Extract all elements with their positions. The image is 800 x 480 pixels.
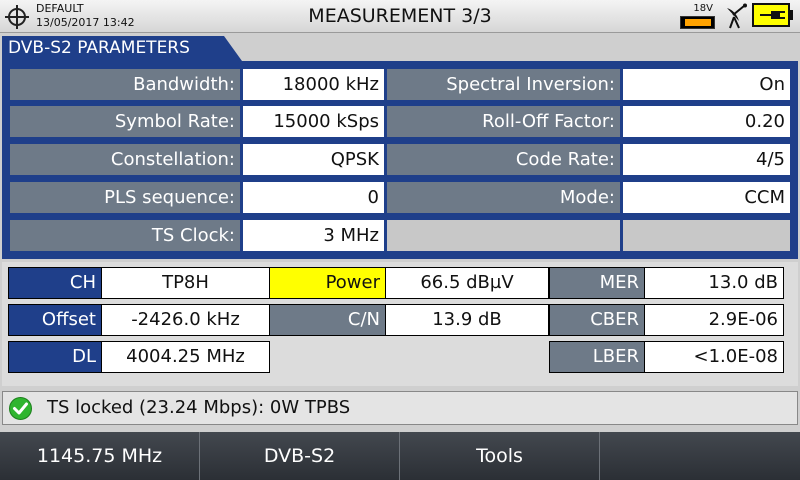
ch-label: CH: [8, 267, 102, 299]
mode-value: CCM: [623, 182, 790, 213]
cn-label[interactable]: C/N: [269, 304, 386, 336]
bandwidth-label: Bandwidth:: [10, 69, 240, 100]
params-tab: DVB-S2 PARAMETERS: [2, 36, 242, 61]
softkey-empty[interactable]: [600, 432, 800, 480]
status-bar: TS locked (23.24 Mbps): 0W TPBS: [2, 391, 798, 425]
code-rate-label: Code Rate:: [387, 144, 620, 175]
satellite-dish-icon: [727, 3, 747, 29]
empty-cell: [623, 220, 790, 251]
cber-label[interactable]: CBER: [549, 304, 645, 336]
voltage-label: 18V: [693, 3, 713, 14]
roll-off-value: 0.20: [623, 106, 790, 137]
softkey-bar: 1145.75 MHz DVB-S2 Tools: [0, 432, 800, 480]
ch-value[interactable]: TP8H: [101, 267, 270, 299]
bandwidth-value: 18000 kHz: [243, 69, 384, 100]
check-icon: [9, 397, 32, 420]
code-rate-value: 4/5: [623, 144, 790, 175]
empty-cell: [387, 220, 620, 251]
mer-label[interactable]: MER: [549, 267, 645, 299]
measurement-panel: CH TP8H Power 66.5 dBµV MER 13.0 dB Offs…: [2, 262, 798, 386]
status-text: TS locked (23.24 Mbps): 0W TPBS: [47, 397, 351, 418]
softkey-frequency[interactable]: 1145.75 MHz: [0, 432, 200, 480]
mer-value: 13.0 dB: [644, 267, 784, 299]
softkey-tools[interactable]: Tools: [400, 432, 600, 480]
cber-value: 2.9E-06: [644, 304, 784, 336]
battery-icon: 18V: [680, 3, 717, 30]
top-bar: DEFAULT 13/05/2017 13:42 MEASUREMENT 3/3…: [0, 0, 800, 33]
offset-value: -2426.0 kHz: [101, 304, 270, 336]
ts-clock-label: TS Clock:: [10, 220, 240, 251]
dl-label: DL: [8, 341, 102, 373]
spectral-inversion-label: Spectral Inversion:: [387, 69, 620, 100]
ts-clock-value: 3 MHz: [243, 220, 384, 251]
cn-value: 13.9 dB: [385, 304, 549, 336]
symbol-rate-label: Symbol Rate:: [10, 106, 240, 137]
constellation-label: Constellation:: [10, 144, 240, 175]
constellation-value: QPSK: [243, 144, 384, 175]
spectral-inversion-value: On: [623, 69, 790, 100]
power-value: 66.5 dBµV: [385, 267, 549, 299]
mode-label: Mode:: [387, 182, 620, 213]
lber-label[interactable]: LBER: [549, 341, 645, 373]
pls-sequence-value: 0: [243, 182, 384, 213]
dl-value: 4004.25 MHz: [101, 341, 270, 373]
softkey-dvb-s2[interactable]: DVB-S2: [200, 432, 400, 480]
power-plug-icon: [752, 3, 793, 27]
params-panel: Bandwidth: 18000 kHz Spectral Inversion:…: [2, 61, 798, 259]
symbol-rate-value: 15000 kSps: [243, 106, 384, 137]
offset-label: Offset: [8, 304, 102, 336]
pls-sequence-label: PLS sequence:: [10, 182, 240, 213]
power-label[interactable]: Power: [269, 267, 386, 299]
lber-value: <1.0E-08: [644, 341, 784, 373]
roll-off-label: Roll-Off Factor:: [387, 106, 620, 137]
